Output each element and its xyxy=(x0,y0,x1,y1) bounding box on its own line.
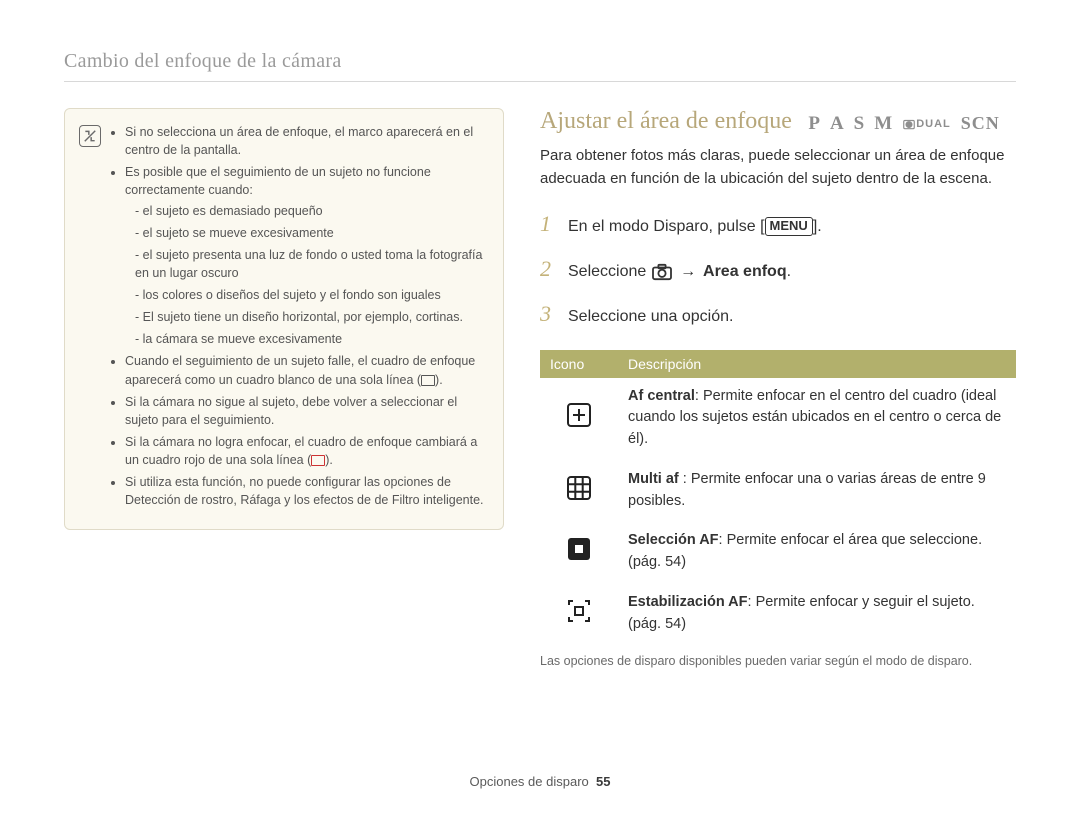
info-icon xyxy=(79,125,101,147)
tip-item: Si la cámara no logra enfocar, el cuadro… xyxy=(125,433,485,469)
tip-item: Si utiliza esta función, no puede config… xyxy=(125,473,485,509)
step-item: 3 Seleccione una opción. xyxy=(540,296,1016,331)
two-column-layout: Si no selecciona un área de enfoque, el … xyxy=(64,108,1016,683)
tip-list: Si no selecciona un área de enfoque, el … xyxy=(111,123,485,513)
tip-item: Si la cámara no sigue al sujeto, debe vo… xyxy=(125,393,485,429)
tip-subitem: El sujeto tiene un diseño horizontal, po… xyxy=(135,308,485,326)
breadcrumb: Cambio del enfoque de la cámara xyxy=(64,50,1016,73)
step-number: 2 xyxy=(540,251,558,286)
red-frame-icon xyxy=(311,455,325,466)
section-title: Ajustar el área de enfoque xyxy=(540,108,792,134)
mode-scn-icon: SCN xyxy=(961,113,1000,134)
footer-page-number: 55 xyxy=(596,774,610,789)
page-body: Cambio del enfoque de la cámara Si no se… xyxy=(0,0,1080,683)
footer-section: Opciones de disparo xyxy=(470,774,589,789)
table-row: Selección AF: Permite enfocar el área qu… xyxy=(540,522,1016,584)
tip-subitem: el sujeto es demasiado pequeño xyxy=(135,202,485,220)
table-header-icon: Icono xyxy=(540,350,618,378)
table-row: Multi af : Permite enfocar una o varias … xyxy=(540,461,1016,523)
table-row: Af central: Permite enfocar en el centro… xyxy=(540,378,1016,461)
steps-list: 1 En el modo Disparo, pulse [MENU]. 2 Se… xyxy=(540,206,1016,332)
step-number: 1 xyxy=(540,206,558,241)
step-item: 2 Seleccione → Area enfoq. xyxy=(540,251,1016,286)
left-column: Si no selecciona un área de enfoque, el … xyxy=(64,108,504,683)
divider xyxy=(64,81,1016,82)
tip-subitem: los colores o diseños del sujeto y el fo… xyxy=(135,286,485,304)
step-item: 1 En el modo Disparo, pulse [MENU]. xyxy=(540,206,1016,241)
tip-item: Si no selecciona un área de enfoque, el … xyxy=(125,123,485,159)
options-table: Icono Descripción Af central: xyxy=(540,350,1016,646)
step-number: 3 xyxy=(540,296,558,331)
section-header: Ajustar el área de enfoque P A S M DUAL … xyxy=(540,108,1016,135)
right-column: Ajustar el área de enfoque P A S M DUAL … xyxy=(540,108,1016,683)
mode-dual-icon: DUAL xyxy=(902,117,951,131)
af-tracking-icon xyxy=(566,598,592,624)
mode-indicators: P A S M DUAL SCN xyxy=(808,113,999,135)
mode-m-icon: M xyxy=(874,113,892,135)
table-header-desc: Descripción xyxy=(618,350,1016,378)
page-footer: Opciones de disparo 55 xyxy=(0,774,1080,789)
mode-a-icon: A xyxy=(830,113,844,135)
tip-subitem: el sujeto presenta una luz de fondo o us… xyxy=(135,246,485,282)
mode-s-icon: S xyxy=(854,113,865,135)
tip-item: Es posible que el seguimiento de un suje… xyxy=(125,163,485,348)
tip-subitem: el sujeto se mueve excesivamente xyxy=(135,224,485,242)
white-frame-icon xyxy=(421,375,435,386)
table-row: Estabilización AF: Permite enfocar y seg… xyxy=(540,584,1016,646)
tip-item: Cuando el seguimiento de un sujeto falle… xyxy=(125,352,485,388)
table-footnote: Las opciones de disparo disponibles pued… xyxy=(540,653,1016,671)
tip-subitem: la cámara se mueve excesivamente xyxy=(135,330,485,348)
af-multi-icon xyxy=(566,475,592,501)
lead-paragraph: Para obtener fotos más claras, puede sel… xyxy=(540,145,1016,190)
tip-box: Si no selecciona un área de enfoque, el … xyxy=(64,108,504,530)
camera-icon xyxy=(651,263,673,281)
mode-p-icon: P xyxy=(808,113,820,135)
af-selection-icon xyxy=(566,536,592,562)
menu-button-icon: MENU xyxy=(765,217,813,236)
af-central-icon xyxy=(566,402,592,428)
